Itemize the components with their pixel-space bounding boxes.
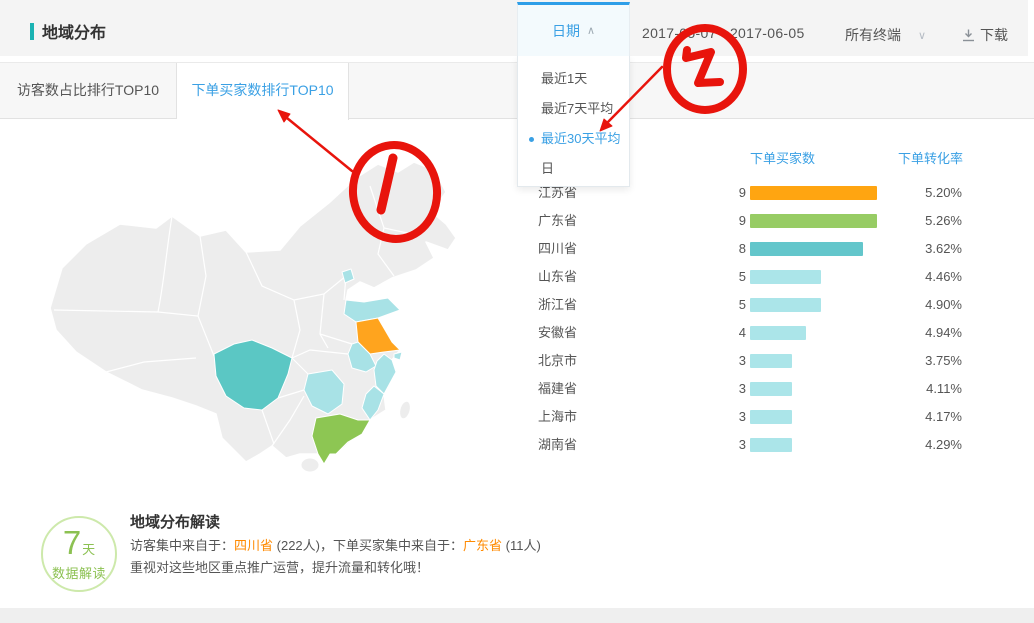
ranking-chart: 下单买家数 下单转化率 江苏省95.20%广东省95.26%四川省83.62%山… — [538, 140, 968, 470]
province-link[interactable]: 四川省 — [234, 538, 273, 553]
terminal-filter-label: 所有终端 — [845, 25, 901, 45]
download-label: 下载 — [980, 25, 1008, 45]
chevron-up-icon: ∧ — [587, 24, 595, 37]
buyers-bar[interactable] — [750, 410, 792, 424]
download-button[interactable]: 下载 — [962, 25, 1008, 45]
chart-row: 上海市 3 4.17% — [538, 403, 968, 431]
province-link[interactable]: 广东省 — [463, 538, 502, 553]
terminal-filter-dropdown[interactable]: 所有终端 ∨ — [845, 25, 926, 45]
buyers-bar[interactable] — [750, 186, 877, 200]
conversion-rate-value: 3.62% — [877, 235, 962, 263]
badge-caption: 数据解读 — [52, 563, 106, 582]
column-header-buyers: 下单买家数 — [750, 148, 815, 167]
buyers-value: 8 — [678, 235, 746, 263]
buyers-bar[interactable] — [750, 214, 877, 228]
date-option-1[interactable]: 最近7天平均 — [518, 94, 629, 124]
buyers-bar[interactable] — [750, 326, 806, 340]
buyers-value: 5 — [678, 263, 746, 291]
conversion-rate-value: 4.17% — [877, 403, 962, 431]
chart-row: 北京市 3 3.75% — [538, 347, 968, 375]
insight-heading: 地域分布解读 — [130, 511, 220, 532]
province-label: 广东省 — [538, 207, 577, 235]
date-option-3[interactable]: 日 — [518, 154, 629, 184]
insight-line2: 重视对这些地区重点推广运营，提升流量和转化哦！ — [130, 557, 429, 576]
download-icon — [962, 29, 975, 42]
province-label: 北京市 — [538, 347, 577, 375]
buyers-value: 3 — [678, 431, 746, 459]
china-map — [48, 158, 458, 476]
chart-row: 安徽省 4 4.94% — [538, 319, 968, 347]
buyers-value: 3 — [678, 347, 746, 375]
chart-row: 四川省 8 3.62% — [538, 235, 968, 263]
conversion-rate-value: 4.46% — [877, 263, 962, 291]
badge-number: 7 — [63, 526, 81, 559]
regional-distribution-panel: 地域分布 日期 ∧ 2017-05-07 - 2017-06-05 所有终端 ∨… — [0, 0, 1034, 623]
chart-row: 山东省 5 4.46% — [538, 263, 968, 291]
chart-row: 浙江省 5 4.90% — [538, 291, 968, 319]
chart-row: 福建省 3 4.11% — [538, 375, 968, 403]
map-country-base — [50, 162, 456, 464]
title-block: 地域分布 — [30, 19, 106, 43]
conversion-rate-value: 3.75% — [877, 347, 962, 375]
map-province-shandong[interactable] — [344, 298, 400, 322]
province-label: 山东省 — [538, 263, 577, 291]
conversion-rate-value: 5.26% — [877, 207, 962, 235]
date-dropdown-label: 日期 — [552, 21, 580, 41]
province-label: 安徽省 — [538, 319, 577, 347]
province-label: 上海市 — [538, 403, 577, 431]
conversion-rate-value: 4.11% — [877, 375, 962, 403]
map-province-shanghai[interactable] — [394, 352, 402, 360]
date-dropdown-menu: 最近1天最近7天平均最近30天平均日 — [517, 56, 630, 187]
conversion-rate-value: 4.94% — [877, 319, 962, 347]
chevron-down-icon: ∨ — [918, 29, 926, 42]
province-label: 四川省 — [538, 235, 577, 263]
buyers-value: 9 — [678, 179, 746, 207]
buyers-value: 9 — [678, 207, 746, 235]
selected-bullet-icon — [529, 137, 534, 142]
bottom-strip — [0, 608, 1034, 623]
buyers-bar[interactable] — [750, 242, 863, 256]
buyers-value: 3 — [678, 375, 746, 403]
buyers-bar[interactable] — [750, 438, 792, 452]
insight-text: 访客集中来自于： — [130, 538, 234, 553]
insight-text: (222人)，下单买家集中来自于： — [273, 538, 463, 553]
chart-row: 湖南省 3 4.29% — [538, 431, 968, 459]
tab-order-buyers-top10[interactable]: 下单买家数排行TOP10 — [177, 63, 349, 120]
page-title: 地域分布 — [42, 19, 106, 43]
date-option-2[interactable]: 最近30天平均 — [518, 124, 629, 154]
insight-text: (11人) — [502, 538, 541, 553]
province-label: 福建省 — [538, 375, 577, 403]
province-label: 湖南省 — [538, 431, 577, 459]
buyers-bar[interactable] — [750, 382, 792, 396]
map-province-guangdong[interactable] — [312, 414, 370, 464]
tab-visitor-ratio-top10[interactable]: 访客数占比排行TOP10 — [0, 63, 177, 118]
map-taiwan — [398, 400, 412, 420]
insight-line1: 访客集中来自于：四川省 (222人)，下单买家集中来自于：广东省 (11人) — [130, 535, 541, 554]
province-label: 浙江省 — [538, 291, 577, 319]
seven-day-insight-badge: 7 天 数据解读 — [41, 516, 117, 592]
column-header-rate: 下单转化率 — [898, 148, 963, 167]
date-option-0[interactable]: 最近1天 — [518, 64, 629, 94]
title-accent-bar — [30, 23, 34, 40]
conversion-rate-value: 5.20% — [877, 179, 962, 207]
conversion-rate-value: 4.90% — [877, 291, 962, 319]
date-dropdown-button[interactable]: 日期 ∧ — [517, 2, 630, 56]
buyers-bar[interactable] — [750, 270, 821, 284]
chart-row: 广东省 9 5.26% — [538, 207, 968, 235]
buyers-bar[interactable] — [750, 298, 821, 312]
date-range-text: 2017-05-07 - 2017-06-05 — [642, 25, 805, 41]
badge-unit: 天 — [82, 543, 95, 556]
conversion-rate-value: 4.29% — [877, 431, 962, 459]
chart-rows: 江苏省95.20%广东省95.26%四川省83.62%山东省54.46%浙江省5… — [538, 179, 968, 459]
buyers-value: 3 — [678, 403, 746, 431]
buyers-value: 5 — [678, 291, 746, 319]
buyers-bar[interactable] — [750, 354, 792, 368]
map-hainan — [301, 458, 319, 472]
buyers-value: 4 — [678, 319, 746, 347]
